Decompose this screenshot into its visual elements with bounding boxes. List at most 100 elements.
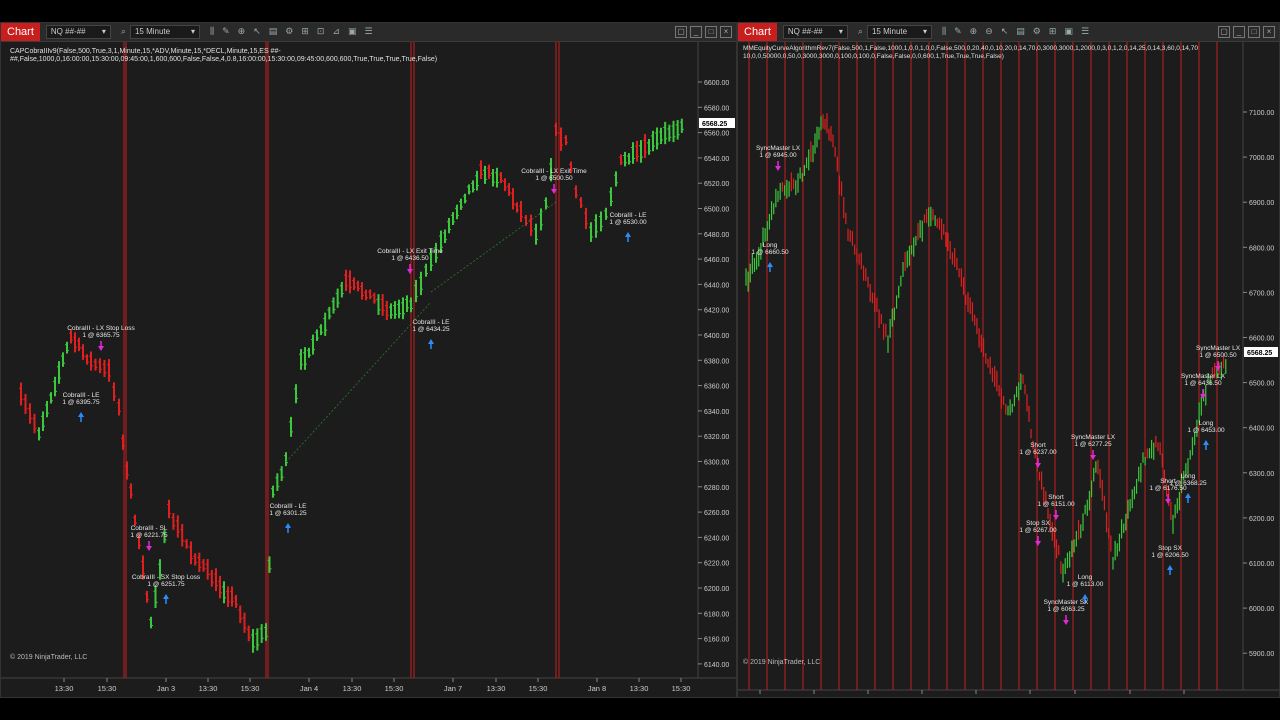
trade-annotation-price: 1 @ 6434.25 [412,326,450,333]
list-icon[interactable]: ☰ [1081,27,1089,37]
zoom-out-icon[interactable]: ⊖ [985,27,993,37]
trade-annotation-label: SyncMaster SX [1044,599,1089,606]
top-bar [0,0,1280,22]
indicator-line-2: 10,0,0,50000,0,50,0,3000,3000,0,100,0,10… [743,53,1004,60]
template-icon[interactable]: ▣ [348,27,357,37]
dropdown-icon: ▾ [922,27,927,36]
price-axis [1243,42,1279,690]
chart-window-right: Chart NQ ##-## ▾ ⌕ 15 Minute ▾ ⫼ ✎ ⊕ ⊖ ↖ ▤… [737,22,1280,698]
chart-toolbar-left: Chart NQ ##-## ▾ ⌕ 15 Minute ▾ ⫼ ✎ ⊕ ↖ ▤ ⚙… [1,23,736,42]
bar-style-icon[interactable]: ⫼ [942,27,946,37]
interval-value: 15 Minute [134,27,171,36]
trade-annotation-label: Long [1199,420,1214,427]
trade-annotation-price: 1 @ 6113.00 [1067,581,1104,588]
interval-selector-right[interactable]: 15 Minute ▾ [866,25,932,39]
price-chart-left[interactable]: 6600.00 6580.00 6560.00 6540.00 6520.00 6500.… [1,42,736,698]
list-icon[interactable]: ☰ [364,27,372,37]
trade-annotation-label: CobraIII - SX Stop Loss [132,574,201,581]
strategy-icon[interactable]: ⚙ [285,27,293,37]
search-icon[interactable]: ⌕ [858,27,863,37]
price-label: 6400.00 [1249,426,1274,433]
trade-annotation-price: 1 @ 6206.50 [1151,552,1189,559]
strategy-icon[interactable]: ⚙ [1033,27,1041,37]
price-label: 6160.00 [704,637,729,644]
maximize-icon[interactable]: □ [705,26,717,38]
trade-annotation-label: Short [1048,494,1064,501]
dropdown-icon: ▾ [838,27,843,36]
price-label: 6360.00 [704,384,729,391]
trade-annotation-label: Long [763,242,778,249]
time-label: Jan 8 [588,684,606,693]
interval-selector-left[interactable]: 15 Minute ▾ [129,25,200,39]
price-label: 6180.00 [704,611,729,618]
trade-annotation-price: 1 @ 6151.00 [1037,501,1075,508]
price-label: 6480.00 [704,232,729,239]
indicator-icon[interactable]: ⊞ [301,27,309,37]
time-label: 15:30 [672,684,691,693]
compare-icon[interactable]: ⊡ [317,27,325,37]
minimize-icon[interactable]: _ [1233,26,1245,38]
entry-arrow-icon [1203,440,1209,445]
chart-trader-icon[interactable]: ⊿ [332,27,340,37]
current-price-label: 6568.25 [1247,350,1272,357]
trade-annotation-label: CobraIII - SL [131,525,168,532]
restore-icon[interactable]: ▢ [1218,26,1230,38]
trade-annotation-label: CobraIII - LE [63,392,101,399]
properties-icon[interactable]: ▤ [269,27,278,37]
trade-annotation-price: 1 @ 6221.75 [130,532,168,539]
time-label: Jan 7 [444,684,462,693]
chart-tab-right[interactable]: Chart [738,23,777,41]
price-label: 6200.00 [704,586,729,593]
price-label: 6460.00 [704,257,729,264]
bar-style-icon[interactable]: ⫼ [210,27,214,37]
chart-tab-left[interactable]: Chart [1,23,40,41]
price-label: 6100.00 [1249,561,1274,568]
exit-arrow-icon [775,166,781,171]
interval-value: 15 Minute [871,27,908,36]
price-label: 6700.00 [1249,290,1274,297]
entry-arrow-icon [163,594,169,599]
trade-link-line [430,201,557,293]
zoom-icon[interactable]: ⊕ [970,27,978,37]
instrument-selector-right[interactable]: NQ ##-## ▾ [782,25,848,39]
dropdown-icon: ▾ [190,27,195,36]
draw-icon[interactable]: ✎ [954,27,962,37]
time-label: 15:30 [529,684,548,693]
exit-arrow-icon [1035,541,1041,546]
price-label: 6280.00 [704,485,729,492]
restore-icon[interactable]: ▢ [675,26,687,38]
time-label: 13:30 [487,684,506,693]
price-label: 5900.00 [1249,651,1274,658]
trade-annotation-label: Short [1160,478,1176,485]
entry-arrow-icon [1185,493,1191,498]
exit-arrow-icon [98,346,104,351]
indicator-line-1: MMEquityCurveAlgorithmRev7(False,500,1,F… [743,45,1198,52]
price-label: 6340.00 [704,409,729,416]
trade-annotation-label: Stop SX [1026,520,1051,527]
cursor-icon[interactable]: ↖ [1001,27,1009,37]
zoom-icon[interactable]: ⊕ [238,27,246,37]
price-label: 6260.00 [704,510,729,517]
cursor-icon[interactable]: ↖ [253,27,261,37]
time-label: 15:30 [385,684,404,693]
trade-annotation-price: 1 @ 6660.50 [751,249,789,256]
template-icon[interactable]: ▣ [1064,27,1073,37]
price-label: 6800.00 [1249,245,1274,252]
trade-annotation-price: 1 @ 6176.50 [1149,485,1187,492]
close-icon[interactable]: × [720,26,732,38]
minimize-icon[interactable]: _ [690,26,702,38]
trade-annotation-label: CobraIII - LX Exit Time [521,168,587,175]
price-label: 6520.00 [704,181,729,188]
properties-icon[interactable]: ▤ [1016,27,1025,37]
price-label: 7100.00 [1249,110,1274,117]
draw-icon[interactable]: ✎ [222,27,230,37]
indicator-icon[interactable]: ⊞ [1049,27,1057,37]
search-icon[interactable]: ⌕ [121,27,126,37]
exit-arrow-icon [1035,463,1041,468]
instrument-selector-left[interactable]: NQ ##-## ▾ [45,25,111,39]
trade-annotation-price: 1 @ 6945.00 [759,152,797,159]
maximize-icon[interactable]: □ [1248,26,1260,38]
price-chart-right[interactable]: 7100.00 7000.00 6900.00 6800.00 6700.00 6600.… [738,42,1279,698]
exit-arrow-icon [1053,515,1059,520]
close-icon[interactable]: × [1263,26,1275,38]
